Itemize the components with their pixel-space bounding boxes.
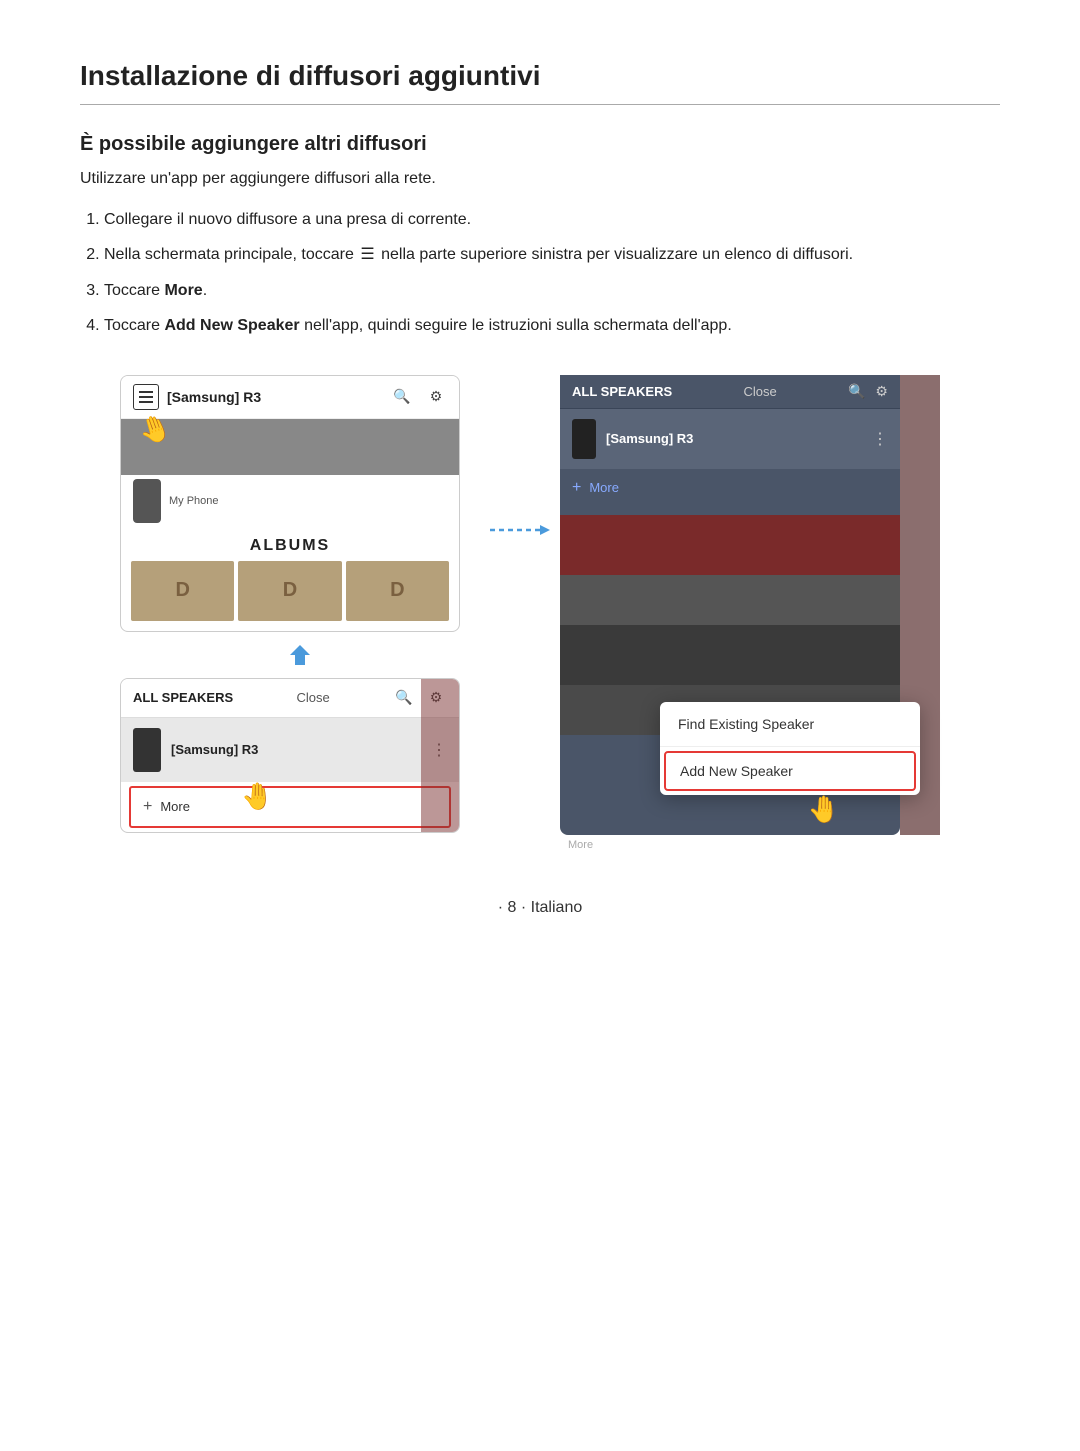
albums-header: ALBUMS (121, 529, 459, 561)
right-screen: ALL SPEAKERS Close 🔍 ⚙ [Samsung] R3 ⋮ + … (560, 375, 900, 835)
my-phone-label: My Phone (169, 495, 219, 507)
screen2-all-speakers: ALL SPEAKERS Close 🔍 ⚙ [Samsung] R3 ⋮ + (120, 678, 460, 833)
dotted-arrow-icon (490, 515, 550, 545)
right-settings-icon[interactable]: ⚙ (875, 383, 888, 400)
my-phone-area: My Phone (121, 475, 459, 529)
step-4: Toccare Add New Speaker nell'app, quindi… (104, 312, 1000, 339)
right-all-speakers-title: ALL SPEAKERS (572, 384, 672, 399)
screenshots-area: [Samsung] R3 🔍 ⚙ My Phone AL (80, 375, 1000, 851)
left-column: [Samsung] R3 🔍 ⚙ My Phone AL (120, 375, 480, 833)
right-more-label: More (589, 480, 619, 495)
steps-list: Collegare il nuovo diffusore a una presa… (80, 206, 1000, 339)
search-icon-2[interactable]: 🔍 (393, 687, 415, 709)
more-label-bottom: More (560, 839, 960, 851)
album-thumb-2[interactable]: D (238, 561, 341, 621)
right-column: ALL SPEAKERS Close 🔍 ⚙ [Samsung] R3 ⋮ + … (560, 375, 960, 851)
right-speaker-row: [Samsung] R3 ⋮ (560, 408, 900, 469)
section-title: È possibile aggiungere altri diffusori (80, 133, 1000, 156)
close-button-left[interactable]: Close (296, 690, 329, 705)
hand-cursor-add: 🤚 (808, 794, 840, 825)
right-icons: 🔍 ⚙ (848, 383, 888, 400)
side-strip (421, 679, 459, 832)
arrow-down (120, 632, 480, 678)
search-icon[interactable]: 🔍 (391, 386, 413, 408)
speaker-icon (133, 728, 161, 772)
screen1-icons: 🔍 ⚙ (391, 386, 447, 408)
right-close-button[interactable]: Close (743, 384, 776, 399)
step-1: Collegare il nuovo diffusore a una presa… (104, 206, 1000, 233)
screen1-header: [Samsung] R3 🔍 ⚙ (121, 376, 459, 419)
app-name-label: [Samsung] R3 (167, 389, 261, 405)
popup-menu: Find Existing Speaker Add New Speaker (660, 702, 920, 795)
find-existing-speaker-item[interactable]: Find Existing Speaker (660, 702, 920, 747)
page-title: Installazione di diffusori aggiuntivi (80, 60, 1000, 105)
down-arrow-icon (285, 640, 315, 670)
more-label-left: More (160, 799, 190, 814)
hamburger-line1 (139, 391, 153, 393)
right-screen-header: ALL SPEAKERS Close 🔍 ⚙ (560, 375, 900, 408)
screen2-wrapper: ALL SPEAKERS Close 🔍 ⚙ [Samsung] R3 ⋮ + (120, 678, 480, 833)
bg-strip-gray (560, 575, 900, 625)
plus-icon-left: + (143, 798, 152, 816)
step-3: Toccare More. (104, 277, 1000, 304)
right-speaker-name: [Samsung] R3 (606, 431, 862, 446)
footer: · 8 · Italiano (80, 899, 1000, 917)
middle-col (480, 375, 560, 545)
add-new-speaker-item[interactable]: Add New Speaker (664, 751, 916, 791)
step3-bold: More (164, 282, 202, 299)
all-speakers-title: ALL SPEAKERS (133, 690, 233, 705)
hamburger-button[interactable] (133, 384, 159, 410)
phone-icon (133, 479, 161, 523)
step-2: Nella schermata principale, toccare ☰ ne… (104, 241, 1000, 268)
album-thumb-3[interactable]: D (346, 561, 449, 621)
speaker-row-left: [Samsung] R3 ⋮ (121, 717, 459, 782)
right-plus-icon: + (572, 479, 581, 497)
speaker-name-left: [Samsung] R3 (171, 742, 421, 757)
right-more-row[interactable]: + More (560, 469, 900, 507)
hamburger-line3 (139, 401, 153, 403)
album-grid: D D D (121, 561, 459, 631)
bg-strip-dark (560, 625, 900, 685)
screen2-header: ALL SPEAKERS Close 🔍 ⚙ (121, 679, 459, 717)
right-three-dots[interactable]: ⋮ (872, 429, 888, 449)
screen1-header-left: [Samsung] R3 (133, 384, 261, 410)
hand-cursor-more: 🤚 (241, 781, 273, 812)
more-row-left[interactable]: + More (129, 786, 451, 828)
screen1-main-app: [Samsung] R3 🔍 ⚙ My Phone AL (120, 375, 460, 632)
bg-strip-red (560, 515, 900, 575)
hamburger-line2 (139, 396, 153, 398)
right-speaker-icon (572, 419, 596, 459)
right-search-icon[interactable]: 🔍 (848, 383, 865, 400)
hamburger-symbol: ☰ (360, 241, 374, 268)
settings-icon[interactable]: ⚙ (425, 386, 447, 408)
album-thumb-1[interactable]: D (131, 561, 234, 621)
intro-text: Utilizzare un'app per aggiungere diffuso… (80, 170, 1000, 188)
step4-bold: Add New Speaker (164, 317, 299, 334)
